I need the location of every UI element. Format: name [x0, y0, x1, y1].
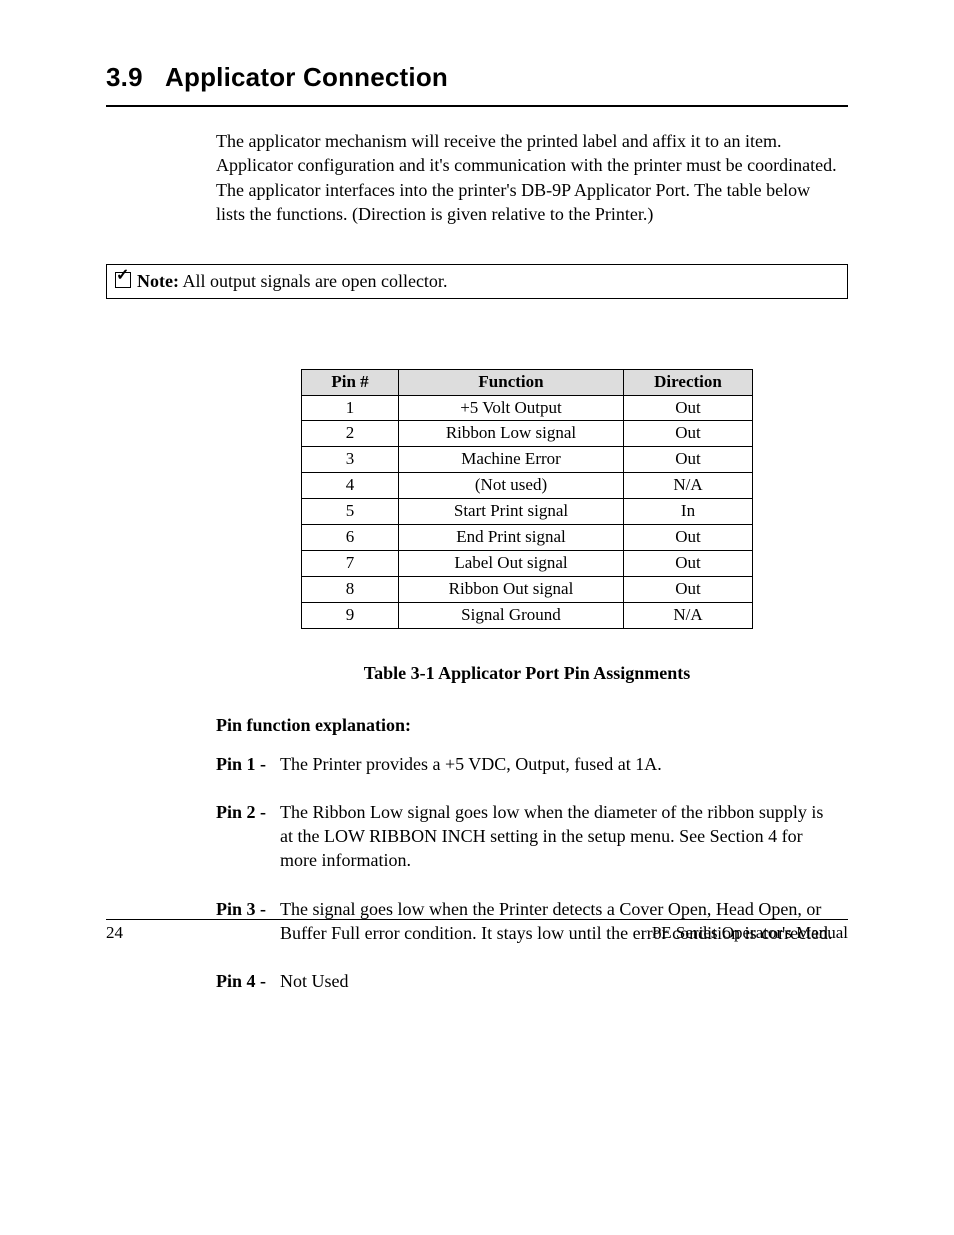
pin-explanation: Pin 2 -The Ribbon Low signal goes low wh…	[216, 800, 838, 873]
table-cell: 4	[302, 473, 399, 499]
pin-table: Pin # Function Direction 1+5 Volt Output…	[301, 369, 753, 629]
table-cell: Signal Ground	[399, 603, 624, 629]
table-cell: 2	[302, 421, 399, 447]
table-cell: 5	[302, 499, 399, 525]
pin-text: The Ribbon Low signal goes low when the …	[280, 800, 838, 873]
manual-title: PE Series Operator's Manual	[652, 922, 848, 945]
table-cell: N/A	[624, 473, 753, 499]
table-cell: Machine Error	[399, 447, 624, 473]
table-header: Function	[399, 369, 624, 395]
section-heading: 3.9 Applicator Connection	[106, 60, 848, 107]
page-footer: 24 PE Series Operator's Manual	[106, 919, 848, 945]
table-row: 3Machine ErrorOut	[302, 447, 753, 473]
table-row: 9Signal GroundN/A	[302, 603, 753, 629]
pin-explanation: Pin 1 -The Printer provides a +5 VDC, Ou…	[216, 752, 838, 776]
table-header-row: Pin # Function Direction	[302, 369, 753, 395]
note-text: All output signals are open collector.	[183, 271, 448, 291]
table-cell: Ribbon Low signal	[399, 421, 624, 447]
section-title: Applicator Connection	[165, 62, 448, 92]
section-number: 3.9	[106, 62, 143, 92]
table-cell: Out	[624, 395, 753, 421]
table-row: 2Ribbon Low signalOut	[302, 421, 753, 447]
table-cell: 8	[302, 577, 399, 603]
table-cell: Out	[624, 421, 753, 447]
table-cell: Start Print signal	[399, 499, 624, 525]
table-cell: Out	[624, 551, 753, 577]
pin-text: The Printer provides a +5 VDC, Output, f…	[280, 752, 838, 776]
table-row: 7Label Out signalOut	[302, 551, 753, 577]
table-row: 6End Print signalOut	[302, 525, 753, 551]
table-cell: 1	[302, 395, 399, 421]
pin-text: Not Used	[280, 969, 838, 993]
table-row: 4(Not used)N/A	[302, 473, 753, 499]
pin-explanation: Pin 4 -Not Used	[216, 969, 838, 993]
table-row: 5Start Print signalIn	[302, 499, 753, 525]
table-row: 1+5 Volt OutputOut	[302, 395, 753, 421]
table-caption: Table 3-1 Applicator Port Pin Assignment…	[216, 661, 838, 685]
table-cell: 6	[302, 525, 399, 551]
note-label: Note:	[137, 271, 179, 291]
table-cell: 9	[302, 603, 399, 629]
explanation-heading: Pin function explanation:	[216, 713, 838, 737]
pin-label: Pin 4 -	[216, 969, 280, 993]
table-cell: End Print signal	[399, 525, 624, 551]
table-cell: +5 Volt Output	[399, 395, 624, 421]
table-header: Pin #	[302, 369, 399, 395]
table-cell: Label Out signal	[399, 551, 624, 577]
table-header: Direction	[624, 369, 753, 395]
ballot-check-icon	[115, 272, 131, 288]
table-cell: Out	[624, 577, 753, 603]
table-cell: 7	[302, 551, 399, 577]
pin-label: Pin 1 -	[216, 752, 280, 776]
table-cell: Out	[624, 525, 753, 551]
table-cell: Out	[624, 447, 753, 473]
table-row: 8Ribbon Out signalOut	[302, 577, 753, 603]
table-cell: In	[624, 499, 753, 525]
note-box: Note: All output signals are open collec…	[106, 264, 848, 298]
table-cell: 3	[302, 447, 399, 473]
page-number: 24	[106, 922, 123, 945]
pin-label: Pin 2 -	[216, 800, 280, 873]
table-cell: N/A	[624, 603, 753, 629]
table-cell: Ribbon Out signal	[399, 577, 624, 603]
intro-paragraph: The applicator mechanism will receive th…	[216, 129, 838, 226]
table-cell: (Not used)	[399, 473, 624, 499]
footer-rule	[106, 919, 848, 920]
